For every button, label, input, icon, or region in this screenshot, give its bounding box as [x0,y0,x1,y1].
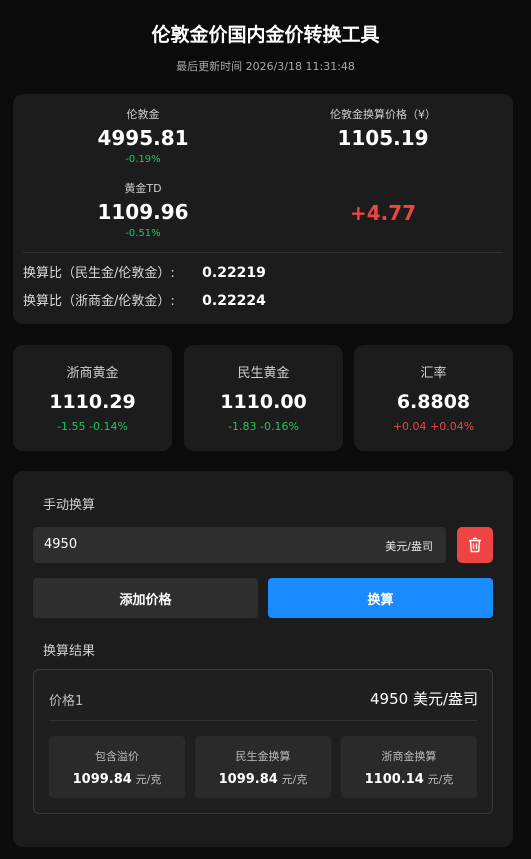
tile-value: 1110.00 [220,391,307,413]
price-input-unit: 美元/盎司 [385,540,433,553]
price-input[interactable]: 4950 美元/盎司 [33,527,446,563]
last-updated-text: 最后更新时间 2026/3/18 11:31:48 [176,60,355,73]
tile-label: 汇率 [420,366,447,381]
result-item-value: 1099.84 [72,772,132,787]
result-item-label: 包含溢价 [95,750,139,763]
result-minsheng: 民生金换算 1099.84 元/克 [195,736,331,798]
ratio-value: 0.22219 [202,265,266,281]
trash-icon [469,537,481,553]
difference-label [293,180,473,193]
result-premium: 包含溢价 1099.84 元/克 [49,736,185,798]
london-cny-value: 1105.19 [337,126,429,150]
delete-price-button[interactable] [457,527,493,563]
london-cny-stat: 伦敦金换算价格（¥） 1105.19 [293,106,473,150]
ratio-label: 换算比（浙商金/伦敦金）: [23,294,175,309]
tile-value: 6.8808 [396,391,471,413]
summary-divider [23,252,503,253]
tile-minsheng-gold: 民生黄金 1110.00 -1.83 -0.16% [184,345,343,451]
ratio-row-minsheng: 换算比（民生金/伦敦金）: 0.22219 [23,262,266,281]
london-gold-label: 伦敦金 [126,108,160,121]
tile-change: +0.04 +0.04% [392,420,475,433]
london-gold-change: -0.19% [125,154,161,165]
page-title: 伦敦金价国内金价转换工具 [151,24,380,46]
summary-card: 伦敦金 4995.81 -0.19% 伦敦金换算价格（¥） 1105.19 黄金… [13,94,513,324]
result-input-value: 4950 美元/盎司 [370,690,478,708]
result-divider [49,720,477,721]
tile-label: 浙商黄金 [66,366,119,381]
result-item-label: 浙商金换算 [381,750,437,763]
result-card: 价格1 4950 美元/盎司 包含溢价 1099.84 元/克 民生金换算 10… [33,669,493,814]
difference-value: +4.77 [349,201,417,225]
london-gold-value: 4995.81 [97,126,189,150]
result-item-value: 1100.14 [364,772,424,787]
difference-stat: +4.77 [293,180,473,225]
result-name: 价格1 [49,694,84,709]
result-item-unit: 元/克 [427,773,454,786]
tile-label: 民生黄金 [237,366,290,381]
tile-value: 1110.29 [49,391,136,413]
ratio-row-zheshang: 换算比（浙商金/伦敦金）: 0.22224 [23,290,266,309]
manual-section-label: 手动换算 [43,498,96,513]
add-price-button[interactable]: 添加价格 [33,578,258,618]
gold-td-stat: 黄金TD 1109.96 -0.51% [53,180,233,239]
result-zheshang: 浙商金换算 1100.14 元/克 [341,736,477,798]
ratio-label: 换算比（民生金/伦敦金）: [23,266,175,281]
price-input-value[interactable]: 4950 [44,537,77,552]
gold-td-change: -0.51% [125,228,161,239]
convert-button[interactable]: 换算 [268,578,493,618]
tile-change: -1.83 -0.16% [228,420,299,433]
tile-zheshang-gold: 浙商黄金 1110.29 -1.55 -0.14% [13,345,172,451]
result-item-unit: 元/克 [281,773,308,786]
result-item-label: 民生金换算 [235,750,291,763]
tile-exchange-rate: 汇率 6.8808 +0.04 +0.04% [354,345,513,451]
gold-td-label: 黄金TD [124,182,162,195]
result-section-label: 换算结果 [43,644,96,659]
gold-td-value: 1109.96 [97,200,189,224]
london-cny-label: 伦敦金换算价格（¥） [330,108,436,121]
ratio-value: 0.22224 [202,293,266,309]
result-item-value: 1099.84 [218,772,278,787]
result-item-unit: 元/克 [135,773,162,786]
manual-conversion-panel: 手动换算 4950 美元/盎司 添加价格 换算 换算结果 价格1 4950 美元… [13,471,513,847]
tile-change: -1.55 -0.14% [57,420,128,433]
london-gold-stat: 伦敦金 4995.81 -0.19% [53,106,233,165]
